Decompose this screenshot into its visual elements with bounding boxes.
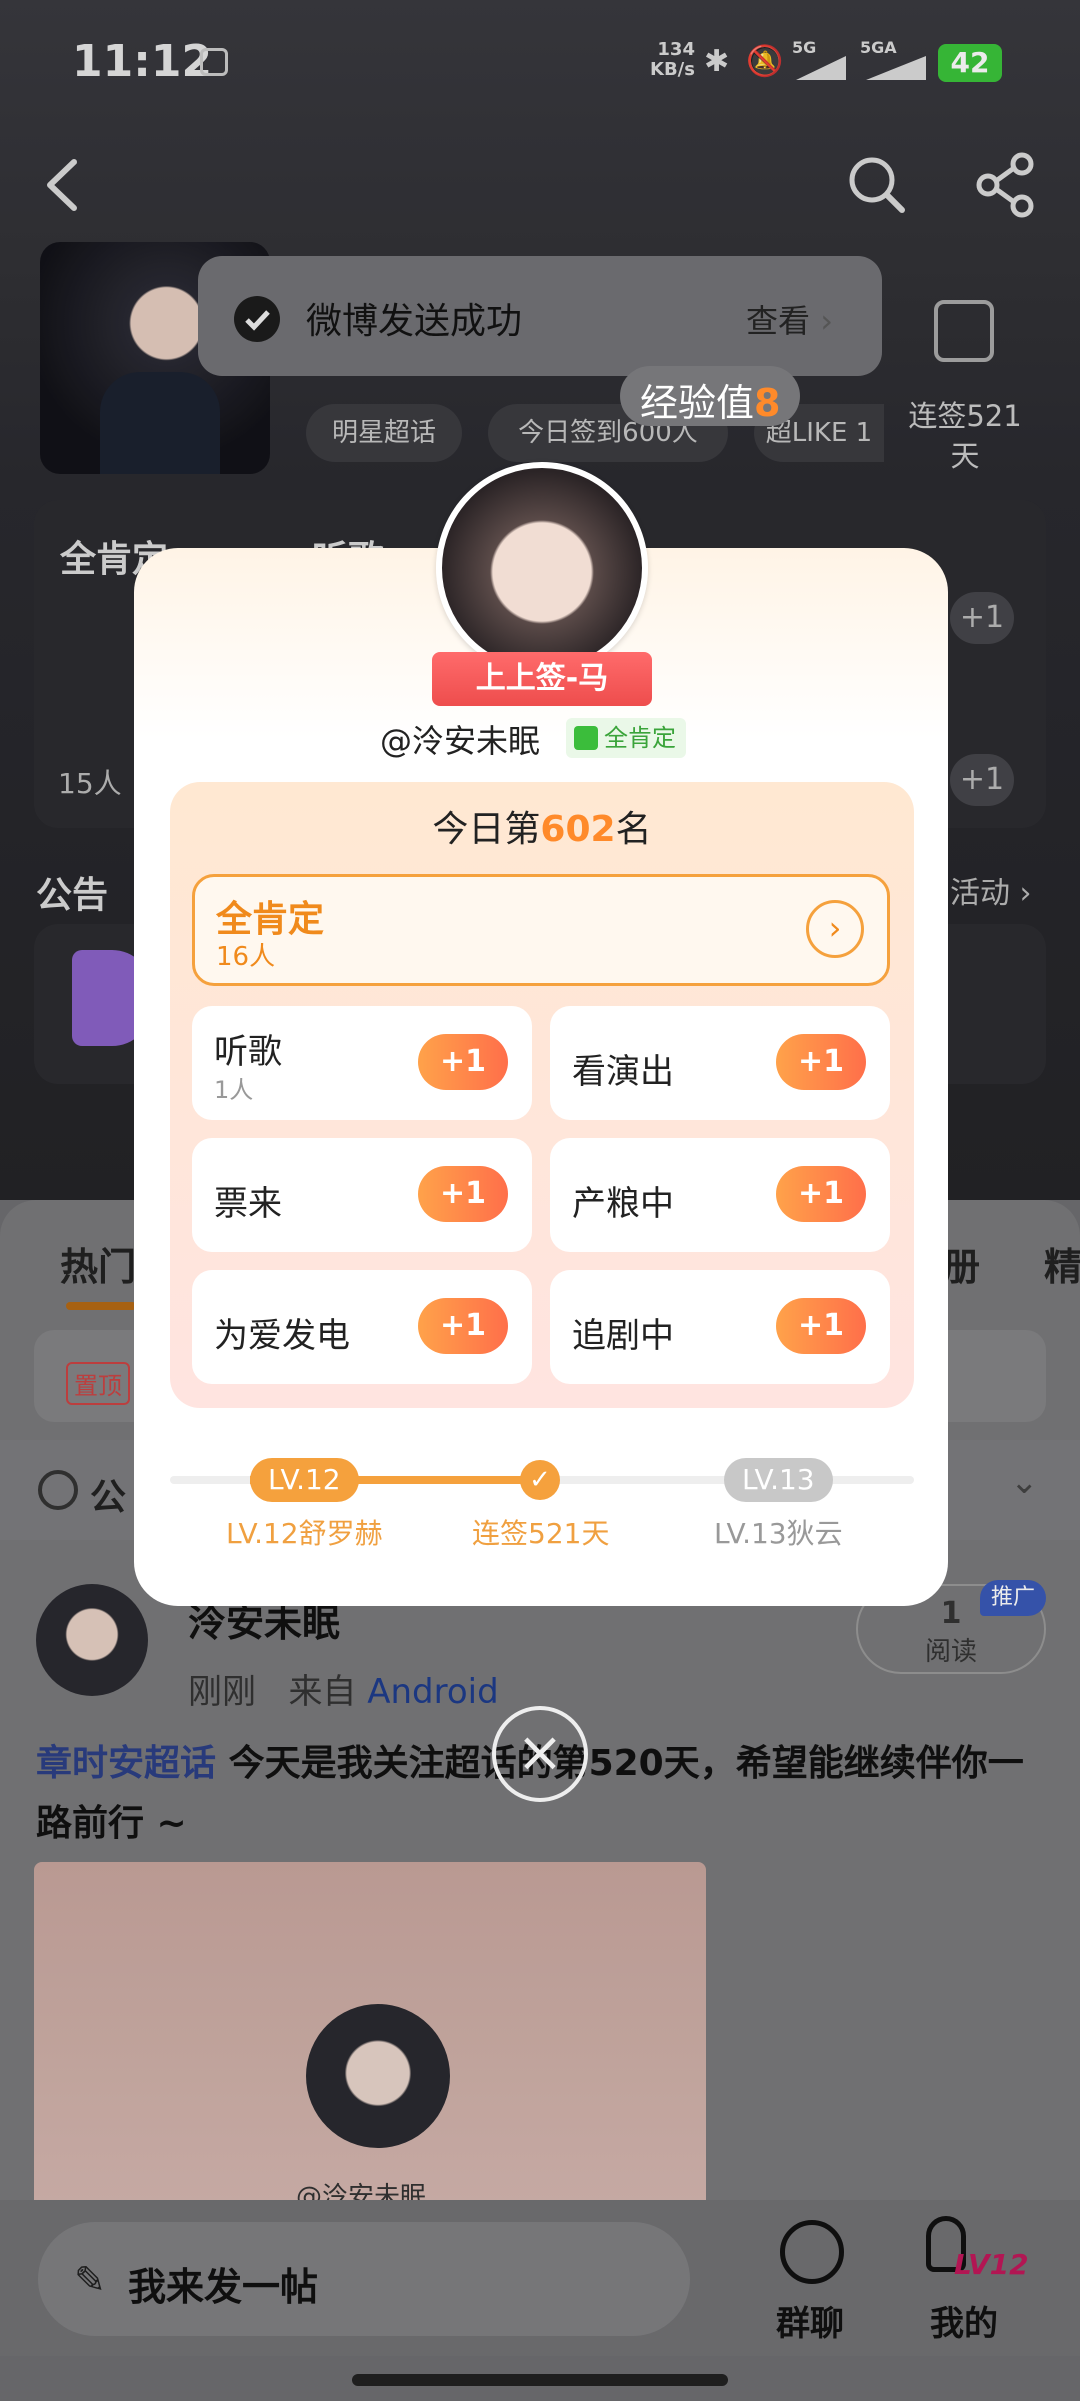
next-level-badge: LV.13 [724,1458,833,1502]
rank-prefix: 今日第 [432,809,541,850]
current-level-badge: LV.12 [250,1458,359,1502]
plus-one-button[interactable]: +1 [776,1298,866,1354]
check-icon [234,296,280,342]
current-level-label: LV.12舒罗赫 [226,1517,383,1550]
toast-message: 微博发送成功 [306,301,523,342]
rank-text: 今日第602名 [170,800,914,852]
task-label: 听歌 [214,1032,282,1072]
task-count: 1人 [214,1076,254,1104]
task-label: 追剧中 [572,1316,674,1356]
toast-view-label: 查看 [746,302,811,340]
plus-one-button[interactable]: +1 [776,1034,866,1090]
rank-suffix: 名 [615,809,652,850]
task-label: 为爱发电 [214,1316,350,1356]
plus-one-button[interactable]: +1 [418,1166,508,1222]
plus-one-button[interactable]: +1 [776,1166,866,1222]
modal-username: @泠安未眠 [380,722,541,760]
chevron-right-icon[interactable]: › [806,900,864,958]
task-label: 票来 [214,1184,282,1224]
streak-label: 连签521天 [472,1517,610,1550]
modal-avatar [436,462,648,674]
exp-label: 经验值8 [640,372,780,427]
task-label: 产粮中 [572,1184,674,1224]
featured-task-label: 全肯定 [216,899,325,940]
exp-label-text: 经验值 [640,381,755,425]
task-label: 看演出 [572,1052,674,1092]
featured-task-count: 16人 [216,942,276,972]
next-level-label: LV.13狄云 [714,1517,843,1550]
check-icon: ✓ [520,1460,560,1500]
plus-one-button[interactable]: +1 [418,1298,508,1354]
plus-one-button[interactable]: +1 [418,1034,508,1090]
fortune-ribbon: 上上签-马 [432,652,652,706]
exp-value: 8 [754,381,781,425]
approve-badge: 全肯定 [566,718,686,758]
rank-number: 602 [540,809,616,850]
toast-view-link[interactable]: 查看 › [746,296,833,342]
close-icon[interactable]: × [492,1706,588,1802]
